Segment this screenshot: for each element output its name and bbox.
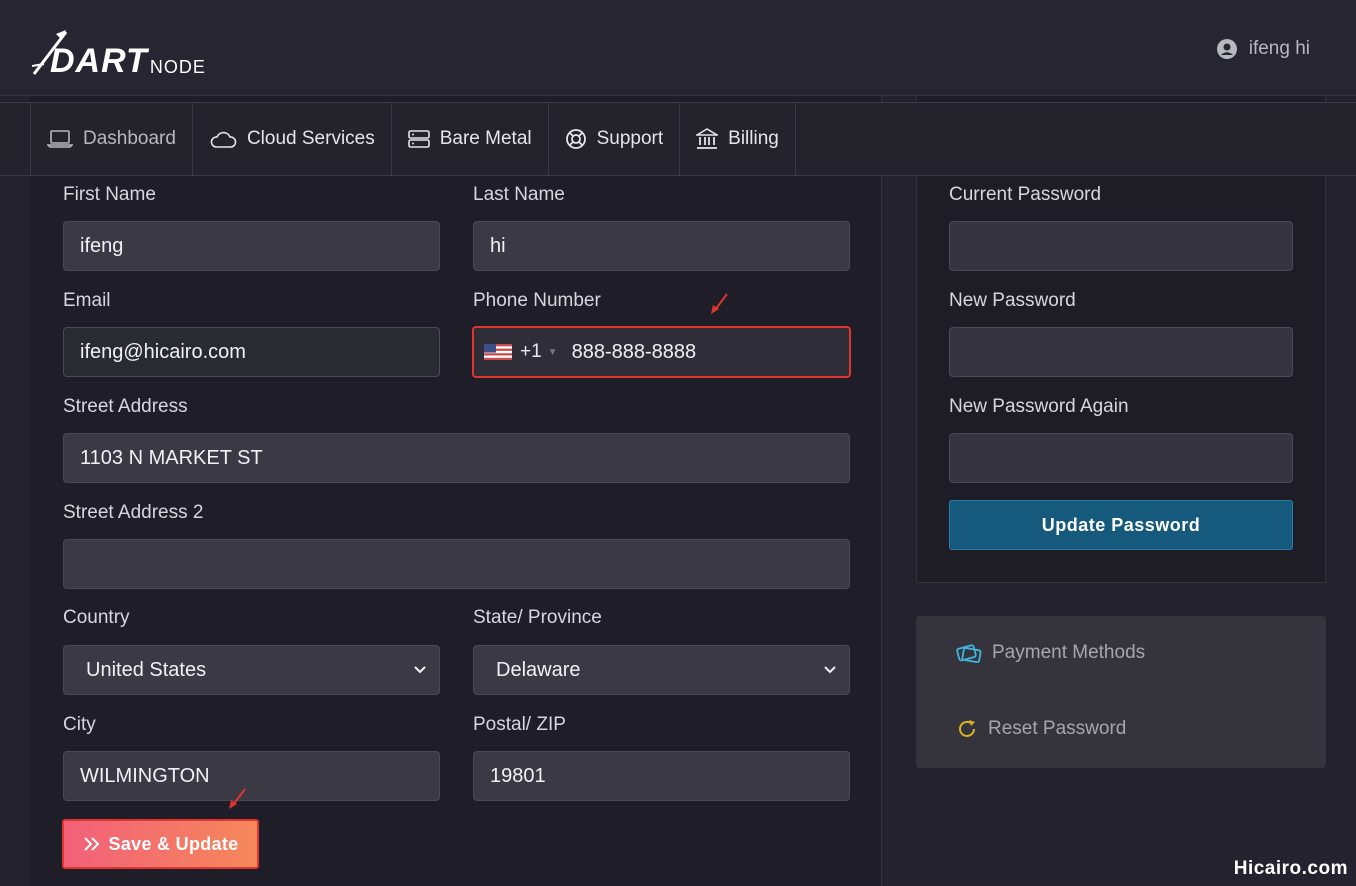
state-label: State/ Province bbox=[473, 607, 602, 628]
watermark-text: Hicairo.com bbox=[1233, 858, 1348, 879]
first-name-value: ifeng bbox=[80, 234, 124, 257]
street-address-input[interactable]: 1103 N MARKET ST bbox=[63, 433, 850, 483]
current-password-input[interactable] bbox=[949, 221, 1293, 271]
side-item-label: Payment Methods bbox=[992, 642, 1146, 663]
last-name-value: hi bbox=[490, 234, 506, 257]
annotation-arrow-icon bbox=[229, 788, 246, 809]
dart-arrow-icon bbox=[31, 30, 68, 75]
nav-dashboard[interactable]: Dashboard bbox=[30, 103, 193, 175]
us-flag-icon[interactable] bbox=[484, 344, 512, 360]
user-menu[interactable]: ifeng hi bbox=[1216, 38, 1310, 60]
account-side-menu: Payment Methods Reset Password bbox=[916, 616, 1326, 768]
zip-input[interactable]: 19801 bbox=[473, 751, 850, 801]
laptop-icon bbox=[47, 130, 73, 148]
side-item-reset-password[interactable]: Reset Password bbox=[956, 718, 1126, 740]
phone-label: Phone Number bbox=[473, 290, 601, 311]
street-address-2-input[interactable] bbox=[63, 539, 850, 589]
nav-bare-metal[interactable]: Bare Metal bbox=[392, 103, 549, 175]
first-name-input[interactable]: ifeng bbox=[63, 221, 440, 271]
country-label: Country bbox=[63, 607, 130, 628]
main-nav: Dashboard Cloud Services Bare Metal Supp… bbox=[0, 102, 1356, 176]
email-value: ifeng@hicairo.com bbox=[80, 340, 246, 363]
last-name-label: Last Name bbox=[473, 184, 565, 205]
nav-label: Dashboard bbox=[83, 128, 176, 149]
city-value: WILMINGTON bbox=[80, 764, 210, 787]
new-password-label: New Password bbox=[949, 290, 1076, 311]
update-password-button[interactable]: Update Password bbox=[949, 500, 1293, 550]
city-label: City bbox=[63, 714, 96, 735]
street-address-value: 1103 N MARKET ST bbox=[80, 446, 263, 469]
brand-logo[interactable]: DART NODE bbox=[30, 28, 240, 78]
cloud-icon bbox=[210, 131, 237, 148]
current-password-label: Current Password bbox=[949, 184, 1102, 205]
new-password-again-label: New Password Again bbox=[949, 396, 1129, 417]
last-name-input[interactable]: hi bbox=[473, 221, 850, 271]
nav-label: Cloud Services bbox=[246, 128, 375, 149]
street-address-2-label: Street Address 2 bbox=[63, 502, 204, 523]
credit-cards-icon bbox=[956, 644, 982, 664]
top-bar: DART NODE ifeng hi bbox=[0, 0, 1356, 96]
new-password-again-input[interactable] bbox=[949, 433, 1293, 483]
email-label: Email bbox=[63, 290, 111, 311]
logo-sub-text: NODE bbox=[149, 57, 206, 77]
side-item-payment-methods[interactable]: Payment Methods bbox=[956, 642, 1145, 664]
zip-value: 19801 bbox=[490, 764, 546, 787]
annotation-arrow-icon bbox=[711, 293, 728, 314]
bank-icon bbox=[696, 128, 719, 149]
nav-label: Bare Metal bbox=[439, 128, 532, 149]
zip-label: Postal/ ZIP bbox=[473, 714, 566, 735]
chevron-down-icon bbox=[414, 666, 426, 674]
save-update-label: Save & Update bbox=[108, 833, 239, 854]
phone-input[interactable]: +1 ▼ 888-888-8888 bbox=[472, 326, 851, 378]
side-item-label: Reset Password bbox=[988, 718, 1127, 739]
refresh-icon bbox=[959, 720, 975, 737]
caret-down-icon[interactable]: ▼ bbox=[548, 347, 558, 358]
nav-cloud-services[interactable]: Cloud Services bbox=[193, 103, 392, 175]
email-input[interactable]: ifeng@hicairo.com bbox=[63, 327, 440, 377]
update-password-label: Update Password bbox=[1041, 514, 1201, 535]
dial-code: +1 bbox=[520, 341, 542, 362]
nav-label: Billing bbox=[728, 128, 779, 149]
first-name-label: First Name bbox=[63, 184, 156, 205]
server-icon bbox=[407, 130, 430, 148]
street-address-label: Street Address bbox=[63, 396, 188, 417]
user-name: ifeng hi bbox=[1248, 38, 1310, 59]
save-update-button[interactable]: Save & Update bbox=[62, 819, 259, 869]
user-avatar-icon bbox=[1216, 39, 1237, 59]
new-password-input[interactable] bbox=[949, 327, 1293, 377]
phone-value: 888-888-8888 bbox=[571, 340, 697, 363]
nav-billing[interactable]: Billing bbox=[680, 103, 796, 175]
nav-label: Support bbox=[596, 128, 664, 149]
nav-support[interactable]: Support bbox=[549, 103, 681, 175]
lifebuoy-icon bbox=[565, 129, 586, 149]
double-chevron-right-icon bbox=[83, 837, 99, 851]
chevron-down-icon bbox=[824, 666, 836, 674]
country-select[interactable]: United States bbox=[63, 645, 440, 695]
state-select[interactable]: Delaware bbox=[473, 645, 850, 695]
city-input[interactable]: WILMINGTON bbox=[63, 751, 440, 801]
country-value: United States bbox=[86, 658, 207, 681]
state-value: Delaware bbox=[496, 658, 581, 681]
